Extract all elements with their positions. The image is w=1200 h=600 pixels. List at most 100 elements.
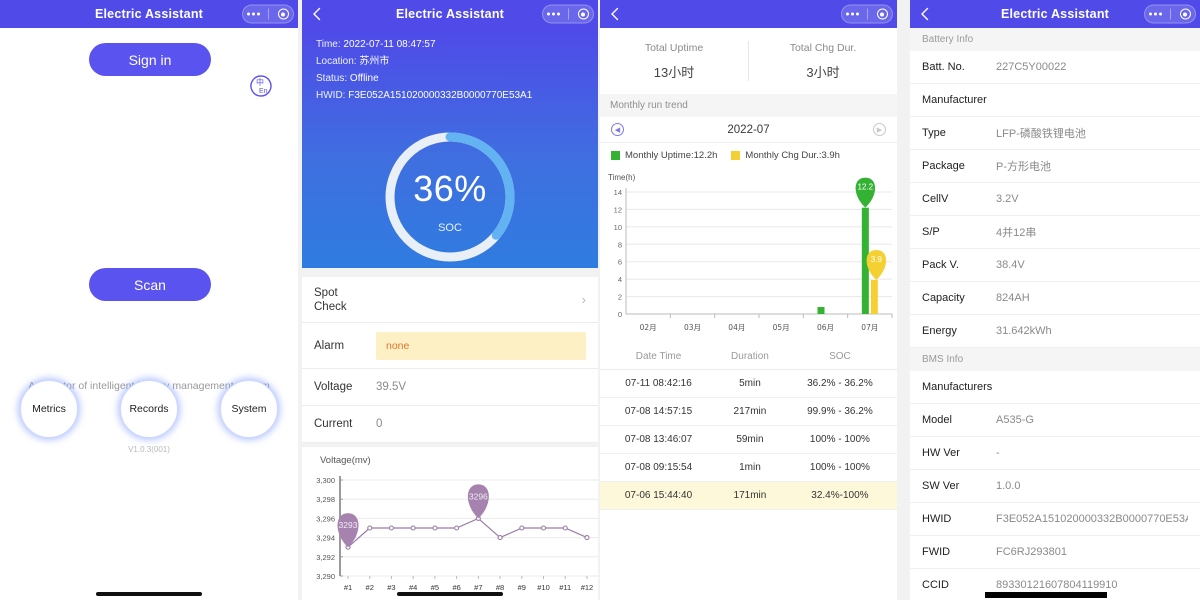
info-time-value: 2022-07-11 08:47:57 <box>343 39 435 50</box>
table-cell-soc: 100% - 100% <box>783 454 897 482</box>
battery-info-row: Capacity824AH <box>910 282 1200 315</box>
svg-text:3.9: 3.9 <box>871 255 883 264</box>
svg-text:#3: #3 <box>387 583 395 592</box>
more-dots-icon[interactable] <box>846 13 859 16</box>
miniprogram-capsule[interactable] <box>841 5 893 24</box>
svg-text:05月: 05月 <box>773 323 790 332</box>
section-divider <box>302 268 598 277</box>
chevron-left-circle-icon[interactable]: ◀ <box>611 123 624 136</box>
back-icon[interactable] <box>608 7 622 21</box>
row-spot-check[interactable]: Spot Check › <box>302 277 598 323</box>
spot-check-line1: Spot <box>314 286 376 300</box>
target-circle-icon[interactable] <box>877 9 888 20</box>
svg-text:3,300: 3,300 <box>316 476 335 485</box>
table-cell-date: 07-08 13:46:07 <box>600 426 717 454</box>
table-row[interactable]: 07-11 08:42:165min36.2% - 36.2% <box>600 370 897 398</box>
spot-check-label: Spot Check <box>314 286 376 314</box>
svg-text:07月: 07月 <box>861 323 878 332</box>
target-circle-icon[interactable] <box>278 9 289 20</box>
table-cell-soc: 36.2% - 36.2% <box>783 370 897 398</box>
svg-text:12: 12 <box>614 205 622 214</box>
bms-info-row: SW Ver1.0.0 <box>910 470 1200 503</box>
info-location-value: 苏州市 <box>359 56 389 67</box>
svg-text:3293: 3293 <box>339 520 358 530</box>
svg-text:12.2: 12.2 <box>858 183 874 192</box>
table-row[interactable]: 07-06 15:44:40171min32.4%-100% <box>600 482 897 510</box>
bar-chart: Time(h)0246810121402月03月04月05月06月07月12.2… <box>600 166 897 344</box>
svg-text:#7: #7 <box>474 583 482 592</box>
capsule-divider <box>568 9 569 20</box>
more-dots-icon[interactable] <box>547 13 560 16</box>
svg-text:Time(h): Time(h) <box>608 173 636 182</box>
col-soc: SOC <box>783 344 897 370</box>
voltage-value: 39.5V <box>376 381 586 393</box>
col-date-time: Date Time <box>600 344 717 370</box>
quick-link-records[interactable]: Records <box>120 380 178 438</box>
spot-check-line2: Check <box>314 300 376 314</box>
battery-info-section-label: Battery Info <box>910 28 1200 51</box>
version-label: V1.0.3(001) <box>0 445 298 454</box>
soc-gauge-wrap: 36% SOC <box>302 128 598 266</box>
legend-item-uptime: Monthly Uptime:12.2h <box>611 150 717 161</box>
svg-text:06月: 06月 <box>817 323 834 332</box>
bms-info-row: FWIDFC6RJ293801 <box>910 536 1200 569</box>
info-time: Time: 2022-07-11 08:47:57 <box>302 36 598 53</box>
soc-label: SOC <box>381 222 519 234</box>
alarm-value: none <box>376 332 586 360</box>
more-dots-icon[interactable] <box>247 13 260 16</box>
more-dots-icon[interactable] <box>1149 13 1162 16</box>
quick-link-metrics[interactable]: Metrics <box>20 380 78 438</box>
page-title: Electric Assistant <box>1001 7 1109 21</box>
scan-button[interactable]: Scan <box>89 268 211 301</box>
language-toggle-icon[interactable]: 中 En <box>248 73 274 99</box>
bms-info-key: Model <box>922 414 996 426</box>
row-voltage: Voltage 39.5V <box>302 369 598 406</box>
table-body: 07-11 08:42:165min36.2% - 36.2%07-08 14:… <box>600 370 897 510</box>
quick-link-system[interactable]: System <box>220 380 278 438</box>
miniprogram-capsule[interactable] <box>1144 5 1196 24</box>
battery-info-key: CellV <box>922 193 996 205</box>
battery-info-value: 4并12串 <box>996 224 1188 240</box>
svg-text:#6: #6 <box>452 583 460 592</box>
target-circle-icon[interactable] <box>578 9 589 20</box>
panel-battery-info: Electric Assistant Battery Info Batt. No… <box>910 0 1200 600</box>
totals-band: Total Uptime 13小时 Total Chg Dur. 3小时 <box>600 28 897 94</box>
navbar-info: Electric Assistant <box>910 0 1200 28</box>
battery-info-key: Type <box>922 127 996 139</box>
battery-info-value: 3.2V <box>996 193 1188 205</box>
chevron-right-circle-icon[interactable]: ▶ <box>873 123 886 136</box>
target-circle-icon[interactable] <box>1180 9 1191 20</box>
svg-text:3,292: 3,292 <box>316 553 335 562</box>
battery-info-row: TypeLFP-磷酸铁锂电池 <box>910 117 1200 150</box>
chevron-right-icon[interactable]: › <box>582 292 586 307</box>
miniprogram-capsule[interactable] <box>542 5 594 24</box>
info-status-key: Status: <box>316 73 347 84</box>
navbar-trend <box>600 0 897 28</box>
panel-device-detail: Electric Assistant Time: 2022-07-11 08:4… <box>302 0 598 600</box>
row-current: Current 0 <box>302 406 598 443</box>
legend-swatch-uptime <box>611 151 620 160</box>
svg-text:#9: #9 <box>518 583 526 592</box>
table-row[interactable]: 07-08 09:15:541min100% - 100% <box>600 454 897 482</box>
back-icon[interactable] <box>918 7 932 21</box>
svg-text:#4: #4 <box>409 583 417 592</box>
back-icon[interactable] <box>310 7 324 21</box>
miniprogram-capsule[interactable] <box>242 5 294 24</box>
sign-in-button[interactable]: Sign in <box>89 43 211 76</box>
info-status: Status: Offline <box>302 70 598 87</box>
svg-text:3296: 3296 <box>469 491 488 501</box>
soc-percent: 36% <box>381 168 519 210</box>
svg-text:14: 14 <box>614 188 622 197</box>
table-row[interactable]: 07-08 13:46:0759min100% - 100% <box>600 426 897 454</box>
page-title: Electric Assistant <box>396 7 504 21</box>
svg-text:04月: 04月 <box>728 323 745 332</box>
table-row[interactable]: 07-08 14:57:15217min99.9% - 36.2% <box>600 398 897 426</box>
bms-info-key: FWID <box>922 546 996 558</box>
voltage-chart-svg: 3,2903,2923,2943,2963,2983,300#1#2#3#4#5… <box>302 466 598 600</box>
navbar-detail: Electric Assistant <box>302 0 598 28</box>
home-indicator <box>96 592 202 596</box>
bms-info-row: Manufacturers <box>910 371 1200 404</box>
battery-info-key: Package <box>922 160 996 172</box>
table-cell-duration: 5min <box>717 370 783 398</box>
svg-text:#1: #1 <box>344 583 352 592</box>
